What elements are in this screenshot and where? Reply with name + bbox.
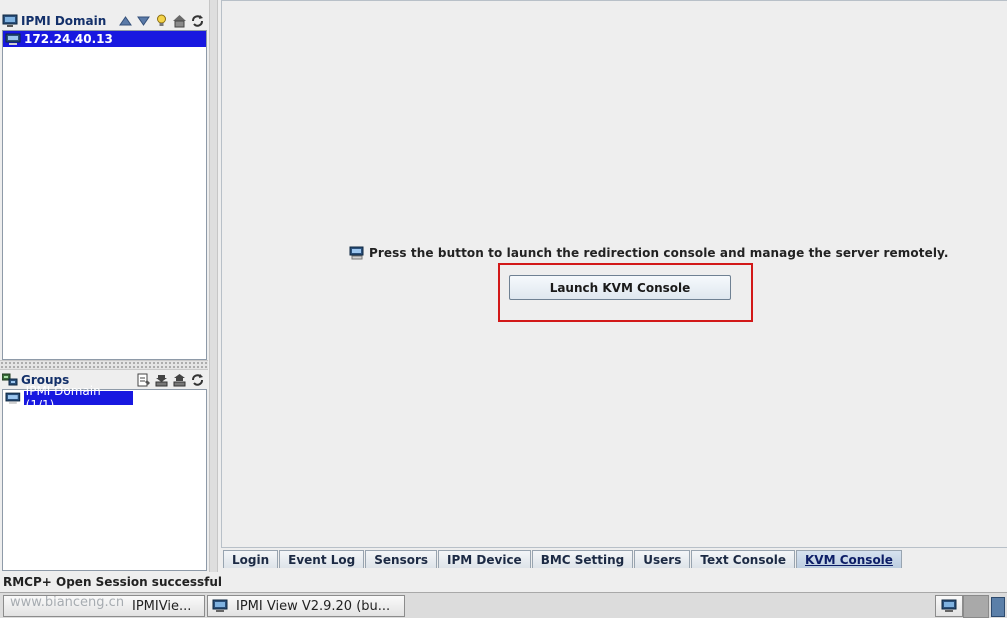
- tree-item-host[interactable]: 172.24.40.13: [3, 31, 206, 47]
- tree-item-label: 172.24.40.13: [24, 32, 113, 46]
- computer-icon: [349, 246, 364, 260]
- computer-icon: [2, 14, 18, 27]
- refresh-icon[interactable]: [190, 14, 205, 28]
- status-bar: RMCP+ Open Session successful: [0, 573, 1007, 591]
- import-icon[interactable]: [154, 373, 169, 387]
- tab-kvm-console[interactable]: KVM Console: [796, 550, 902, 568]
- tray-app-button[interactable]: [935, 595, 963, 617]
- domain-panel-header: IPMI Domain: [0, 12, 208, 30]
- info-line: Press the button to launch the redirecti…: [349, 244, 949, 262]
- tab-text-console[interactable]: Text Console: [691, 550, 795, 568]
- taskbar-item-ipmi-view-window[interactable]: IPMI View V2.9.20 (bu...: [207, 595, 405, 617]
- export-icon[interactable]: [172, 373, 187, 387]
- tab-bmc-setting[interactable]: BMC Setting: [531, 550, 634, 568]
- computer-icon: [941, 599, 957, 612]
- computer-icon: [5, 33, 21, 45]
- status-text: RMCP+ Open Session successful: [3, 575, 223, 589]
- arrow-up-icon[interactable]: [118, 14, 133, 28]
- taskbar-item-label: IPMI View V2.9.20 (bu...: [236, 598, 391, 614]
- tree-item-group[interactable]: IPMI Domain (1/1): [3, 384, 133, 412]
- home-icon[interactable]: [172, 14, 187, 28]
- tray-block[interactable]: [963, 595, 989, 618]
- groups-tree: IPMI Domain (1/1): [2, 384, 207, 571]
- tab-users[interactable]: Users: [634, 550, 691, 568]
- arrow-down-icon[interactable]: [136, 14, 151, 28]
- taskbar-item-label: IPMIVie...: [132, 598, 192, 614]
- lightbulb-icon[interactable]: [154, 14, 169, 28]
- info-text: Press the button to launch the redirecti…: [369, 246, 949, 260]
- app-icon: [212, 599, 228, 612]
- domain-tree: 172.24.40.13: [2, 30, 207, 360]
- tab-event-log[interactable]: Event Log: [279, 550, 365, 568]
- refresh-icon[interactable]: [190, 373, 205, 387]
- tray-edge-icon[interactable]: [991, 597, 1005, 617]
- watermark-text: www.bianceng.cn: [10, 595, 125, 610]
- groups-icon: [2, 373, 18, 386]
- horizontal-splitter[interactable]: [0, 360, 208, 370]
- tree-item-label: IPMI Domain (1/1): [23, 384, 133, 412]
- taskbar: IPMIVie... www.bianceng.cn IPMI View V2.…: [0, 592, 1007, 618]
- tab-sensors[interactable]: Sensors: [365, 550, 438, 568]
- tab-ipm-device[interactable]: IPM Device: [438, 550, 531, 568]
- domain-panel-title: IPMI Domain: [21, 14, 107, 28]
- vertical-splitter[interactable]: [209, 0, 218, 572]
- launch-kvm-console-button[interactable]: Launch KVM Console: [509, 275, 731, 300]
- computer-icon: [5, 392, 21, 404]
- tab-strip: Login Event Log Sensors IPM Device BMC S…: [223, 548, 903, 568]
- tab-login[interactable]: Login: [223, 550, 279, 568]
- edit-icon[interactable]: [136, 373, 151, 387]
